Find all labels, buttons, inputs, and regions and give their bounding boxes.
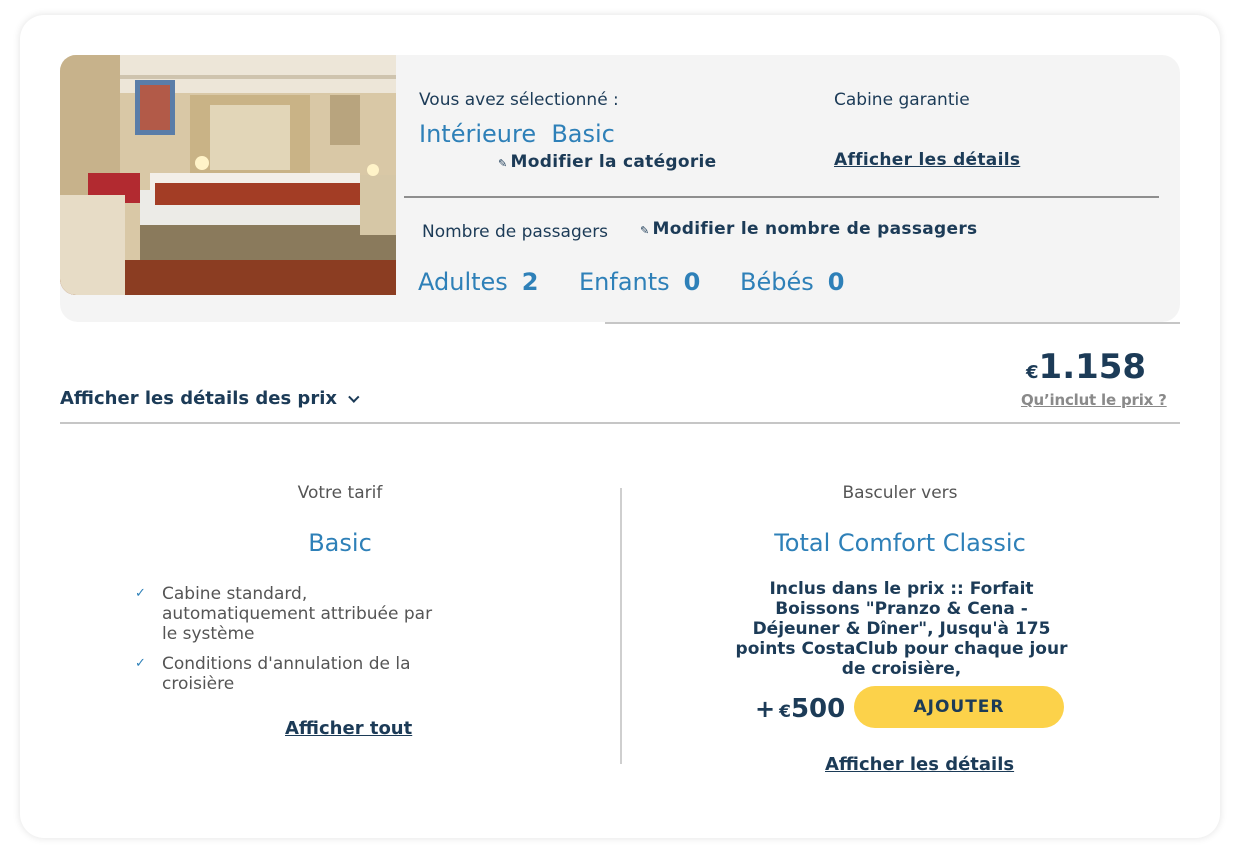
modify-passengers-label: Modifier le nombre de passagers (652, 219, 978, 239)
check-icon: ✓ (135, 656, 146, 671)
column-divider (620, 488, 622, 764)
babies-value: 0 (827, 268, 845, 296)
divider (605, 322, 1180, 324)
divider (404, 196, 1159, 198)
currency-symbol: € (779, 702, 791, 722)
current-fare-name: Basic (308, 529, 372, 557)
fare-benefits-list: ✓ Cabine standard, automatiquement attrib… (135, 584, 435, 704)
adults-label: Adultes (418, 268, 508, 296)
benefit-text: Cabine standard, automatiquement attribu… (162, 584, 433, 644)
modify-passengers-link[interactable]: ✎ Modifier le nombre de passagers (640, 219, 977, 239)
children-value: 0 (683, 268, 701, 296)
pencil-icon: ✎ (640, 224, 650, 237)
currency-symbol: € (1026, 362, 1039, 383)
babies-label: Bébés (740, 268, 814, 296)
guarantee-label: Cabine garantie (834, 90, 970, 110)
list-item: ✓ Conditions d'annulation de la croisière (135, 654, 435, 694)
upgrade-heading: Basculer vers (842, 483, 958, 503)
current-fare-heading: Votre tarif (297, 483, 383, 503)
upgrade-price: + €500 (755, 694, 845, 724)
cabin-category-name: Intérieure Basic (419, 120, 615, 148)
price-details-label: Afficher les détails des prix (60, 388, 337, 409)
divider (60, 422, 1180, 424)
upgrade-included-text: Inclus dans le prix :: Forfait Boissons … (735, 579, 1068, 679)
upgrade-details-link[interactable]: Afficher les détails (825, 754, 1014, 775)
check-icon: ✓ (135, 586, 146, 601)
adults-value: 2 (521, 268, 539, 296)
selected-label: Vous avez sélectionné : (419, 90, 619, 110)
benefit-text: Conditions d'annulation de la croisière (162, 654, 411, 694)
adults-count: Adultes 2 (418, 268, 539, 296)
total-price: €1.158 (1026, 347, 1146, 387)
modify-category-link[interactable]: ✎ Modifier la catégorie (498, 152, 717, 172)
plus-sign: + (755, 695, 776, 723)
price-includes-link[interactable]: Qu’inclut le prix ? (1021, 391, 1167, 409)
children-label: Enfants (579, 268, 670, 296)
price-details-toggle[interactable]: Afficher les détails des prix (60, 388, 360, 409)
babies-count: Bébés 0 (740, 268, 844, 296)
cabin-summary-content: Vous avez sélectionné : Intérieure Basic… (60, 55, 1180, 322)
pencil-icon: ✎ (498, 157, 508, 170)
upgrade-fare-name: Total Comfort Classic (774, 529, 1026, 557)
total-price-value: 1.158 (1038, 347, 1147, 387)
modify-category-label: Modifier la catégorie (510, 152, 717, 172)
cabin-details-link[interactable]: Afficher les détails (834, 150, 1020, 170)
list-item: ✓ Cabine standard, automatiquement attrib… (135, 584, 435, 644)
children-count: Enfants 0 (579, 268, 700, 296)
add-upgrade-button[interactable]: AJOUTER (854, 686, 1064, 728)
show-all-link[interactable]: Afficher tout (285, 718, 412, 739)
passengers-label: Nombre de passagers (422, 222, 609, 242)
upgrade-price-value: 500 (790, 694, 846, 724)
